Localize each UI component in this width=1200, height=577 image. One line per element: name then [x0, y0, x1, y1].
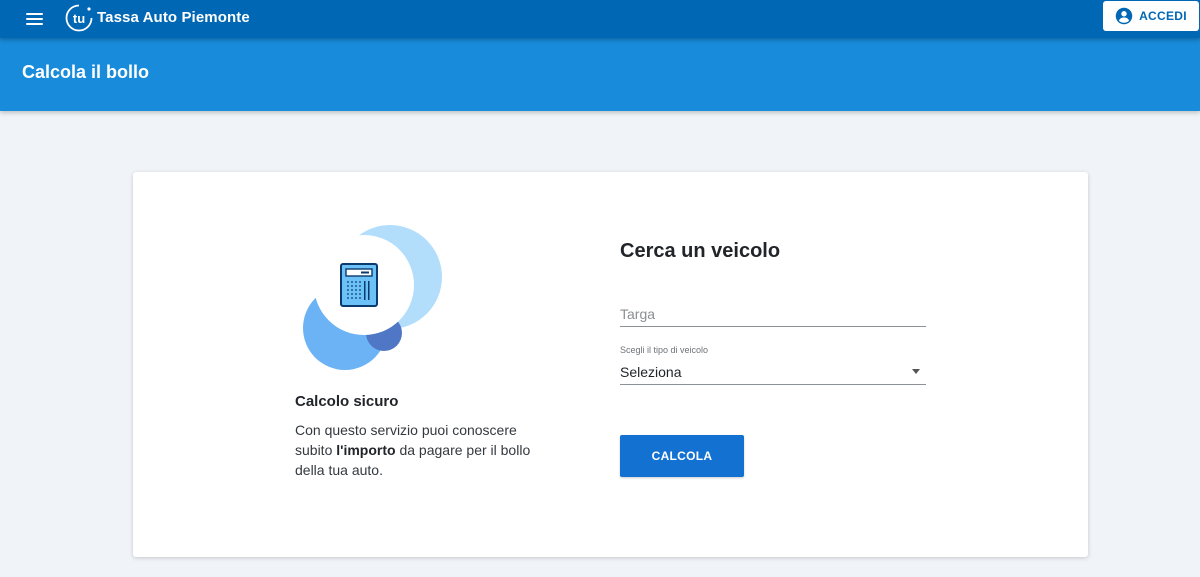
account-circle-icon — [1115, 7, 1133, 25]
vehicle-type-value: Seleziona — [620, 363, 682, 380]
top-app-bar: tu Tassa Auto Piemonte ACCEDI — [0, 0, 1200, 38]
app-title[interactable]: Tassa Auto Piemonte — [97, 9, 250, 26]
logo-text: tu — [73, 11, 85, 26]
calculator-card: Calcolo sicuro Con questo servizio puoi … — [133, 172, 1088, 557]
targa-input[interactable] — [620, 302, 926, 327]
feature-text-bold: l'importo — [336, 442, 396, 458]
feature-title: Calcolo sicuro — [295, 393, 399, 410]
vehicle-type-select[interactable]: Seleziona — [620, 359, 926, 385]
login-button[interactable]: ACCEDI — [1103, 1, 1199, 31]
menu-icon[interactable] — [26, 9, 46, 29]
calculator-icon — [340, 263, 378, 307]
chevron-down-icon — [912, 369, 920, 374]
feature-description: Con questo servizio puoi conoscere subit… — [295, 420, 535, 480]
page-title: Calcola il bollo — [22, 62, 150, 82]
vehicle-type-label: Scegli il tipo di veicolo — [620, 345, 709, 355]
form-title: Cerca un veicolo — [620, 240, 781, 262]
page-header: Calcola il bollo — [0, 38, 1200, 111]
calculator-illustration — [303, 225, 442, 370]
login-label: ACCEDI — [1139, 9, 1187, 23]
calcola-button[interactable]: CALCOLA — [620, 435, 744, 477]
tu-logo-icon[interactable]: tu — [64, 3, 94, 33]
